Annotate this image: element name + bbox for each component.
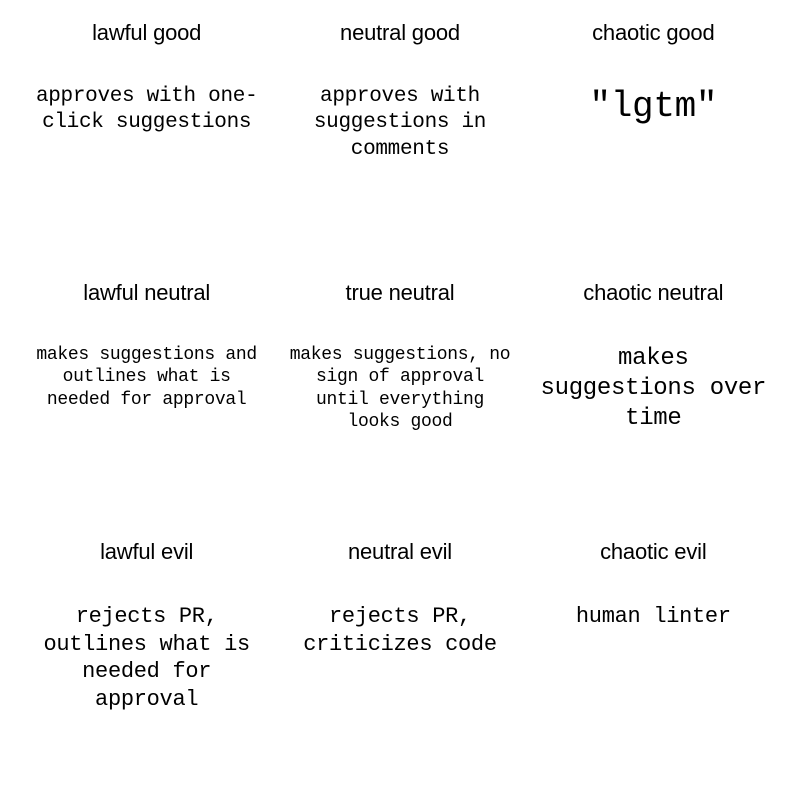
- alignment-content: "lgtm": [589, 84, 717, 129]
- alignment-label: chaotic good: [592, 20, 714, 46]
- alignment-content: makes suggestions, no sign of approval u…: [285, 344, 515, 434]
- alignment-label: chaotic neutral: [583, 280, 723, 306]
- alignment-label: chaotic evil: [600, 539, 706, 565]
- alignment-label: lawful good: [92, 20, 201, 46]
- alignment-label: lawful neutral: [83, 280, 210, 306]
- alignment-content: rejects PR, outlines what is needed for …: [32, 603, 262, 713]
- cell-true-neutral: true neutral makes suggestions, no sign …: [273, 270, 526, 530]
- cell-chaotic-neutral: chaotic neutral makes suggestions over t…: [527, 270, 780, 530]
- cell-lawful-evil: lawful evil rejects PR, outlines what is…: [20, 529, 273, 789]
- cell-neutral-evil: neutral evil rejects PR, criticizes code: [273, 529, 526, 789]
- alignment-content: human linter: [576, 603, 731, 631]
- alignment-content: approves with suggestions in comments: [285, 84, 515, 163]
- alignment-label: neutral evil: [348, 539, 452, 565]
- alignment-label: lawful evil: [100, 539, 193, 565]
- cell-chaotic-evil: chaotic evil human linter: [527, 529, 780, 789]
- cell-neutral-good: neutral good approves with suggestions i…: [273, 10, 526, 270]
- alignment-content: makes suggestions over time: [538, 344, 768, 434]
- alignment-label: true neutral: [346, 280, 455, 306]
- alignment-content: rejects PR, criticizes code: [285, 603, 515, 658]
- alignment-label: neutral good: [340, 20, 460, 46]
- alignment-chart-grid: lawful good approves with one-click sugg…: [0, 0, 800, 799]
- cell-lawful-neutral: lawful neutral makes suggestions and out…: [20, 270, 273, 530]
- cell-chaotic-good: chaotic good "lgtm": [527, 10, 780, 270]
- alignment-content: approves with one-click suggestions: [32, 84, 262, 137]
- cell-lawful-good: lawful good approves with one-click sugg…: [20, 10, 273, 270]
- alignment-content: makes suggestions and outlines what is n…: [32, 344, 262, 412]
